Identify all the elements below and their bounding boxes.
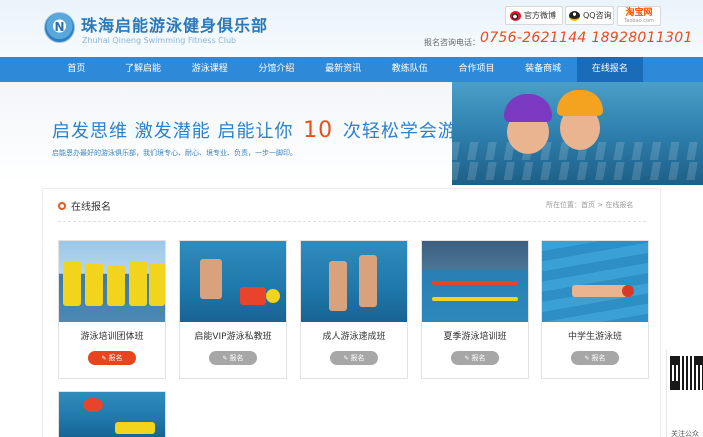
- person-figure: [63, 261, 81, 306]
- course-photo[interactable]: [422, 241, 528, 322]
- phone-label: 报名咨询电话：: [424, 38, 480, 47]
- site-subtitle: Zhuhai Qineng Swimming Fitness Club: [82, 36, 237, 45]
- swim-cap: [83, 398, 103, 412]
- signup-button-label: 报名: [350, 354, 365, 362]
- course-name[interactable]: 启能VIP游泳私教班: [180, 329, 286, 342]
- course-photo[interactable]: [59, 392, 165, 437]
- qr-caption: 关注公众: [671, 430, 699, 437]
- person-figure: [85, 263, 103, 306]
- nav-item-about[interactable]: 了解启能: [110, 57, 177, 82]
- banner-photo: [452, 82, 703, 185]
- nav-item-partners[interactable]: 合作项目: [443, 57, 510, 82]
- banner-subtext: 启能恩办最好的游泳俱乐部，我们境专心、耐心、境专业、负责，一步一脚印。: [52, 149, 297, 157]
- nav-item-signup[interactable]: 在线报名: [576, 57, 644, 82]
- qr-panel: 关注公众: [666, 350, 703, 437]
- weibo-link[interactable]: 官方微博: [505, 6, 563, 25]
- swim-cap: [504, 94, 552, 122]
- nav-item-shop[interactable]: 装备商城: [510, 57, 577, 82]
- nav-item-home[interactable]: 首页: [43, 57, 110, 82]
- course-name[interactable]: 夏季游泳培训班: [422, 329, 528, 342]
- course-photo[interactable]: [59, 241, 165, 322]
- signup-button[interactable]: ✎ 报名: [88, 351, 136, 365]
- weibo-icon: [510, 10, 521, 21]
- signup-button-label: 报名: [471, 354, 486, 362]
- course-card[interactable]: 夏季游泳培训班 ✎ 报名: [421, 240, 529, 379]
- kickboard: [240, 287, 266, 305]
- course-card[interactable]: [58, 391, 166, 437]
- lane-rope: [432, 297, 518, 301]
- course-photo[interactable]: [180, 241, 286, 322]
- qq-link[interactable]: QQ咨询: [565, 6, 614, 25]
- person-figure: [359, 255, 377, 307]
- qq-label: QQ咨询: [583, 11, 612, 20]
- course-photo[interactable]: [301, 241, 407, 322]
- logo-mark: N: [54, 20, 65, 34]
- course-name[interactable]: 游泳培训团体班: [59, 329, 165, 342]
- nav-item-branches[interactable]: 分馆介绍: [243, 57, 310, 82]
- course-card[interactable]: 中学生游泳班 ✎ 报名: [541, 240, 649, 379]
- pencil-icon: ✎: [343, 355, 349, 362]
- pencil-icon: ✎: [222, 355, 228, 362]
- course-photo[interactable]: [542, 241, 648, 322]
- pencil-icon: ✎: [101, 355, 107, 362]
- float-board: [115, 422, 155, 434]
- person-figure: [200, 259, 222, 299]
- swim-cap: [622, 285, 634, 297]
- section-title: 在线报名: [58, 198, 111, 213]
- qr-code-icon: [670, 356, 703, 390]
- section-title-text: 在线报名: [71, 202, 111, 213]
- person-figure: [107, 265, 125, 306]
- signup-button[interactable]: ✎ 报名: [571, 351, 619, 365]
- course-name[interactable]: 中学生游泳班: [542, 329, 648, 342]
- nav-item-news[interactable]: 最新资讯: [310, 57, 377, 82]
- course-name[interactable]: 成人游泳速成班: [301, 329, 407, 342]
- swim-cap: [557, 90, 603, 116]
- weibo-label: 官方微博: [524, 11, 556, 20]
- swimmer-figure: [572, 285, 628, 297]
- taobao-sub: Taobao.com: [624, 18, 654, 24]
- pencil-icon: ✎: [584, 355, 590, 362]
- person-figure: [129, 261, 147, 306]
- breadcrumb[interactable]: 所在位置：首页 > 在线报名: [546, 200, 633, 210]
- signup-button-label: 报名: [108, 354, 123, 362]
- divider: [58, 221, 646, 222]
- taobao-link[interactable]: 淘宝网 Taobao.com: [617, 6, 661, 26]
- pencil-icon: ✎: [464, 355, 470, 362]
- taobao-label: 淘宝网: [625, 8, 653, 18]
- signup-button[interactable]: ✎ 报名: [451, 351, 499, 365]
- qq-icon: [569, 10, 580, 21]
- banner-slogan-part1: 启发思维 激发潜能 启能让你: [52, 121, 301, 142]
- course-card[interactable]: 成人游泳速成班 ✎ 报名: [300, 240, 408, 379]
- signup-button[interactable]: ✎ 报名: [330, 351, 378, 365]
- course-card[interactable]: 游泳培训团体班 ✎ 报名: [58, 240, 166, 379]
- person-figure: [329, 261, 347, 311]
- lane-rope: [432, 281, 518, 285]
- banner-slogan-number: 10: [303, 118, 334, 143]
- banner-slogan: 启发思维 激发潜能 启能让你 10 次轻松学会游泳: [52, 117, 476, 143]
- signup-button[interactable]: ✎ 报名: [209, 351, 257, 365]
- water-wave: [452, 162, 703, 180]
- main-nav: 首页 了解启能 游泳课程 分馆介绍 最新资讯 教练队伍 合作项目 装备商城 在线…: [0, 57, 703, 82]
- nav-item-courses[interactable]: 游泳课程: [176, 57, 243, 82]
- signup-button-label: 报名: [591, 354, 606, 362]
- circle-bullet-icon: [58, 201, 66, 210]
- nav-item-coaches[interactable]: 教练队伍: [376, 57, 443, 82]
- site-header: N 珠海启能游泳健身俱乐部 Zhuhai Qineng Swimming Fit…: [0, 0, 703, 57]
- logo-icon[interactable]: N: [44, 12, 75, 43]
- phone-number: 0756-2621144 18928011301: [480, 30, 693, 46]
- person-figure: [149, 263, 165, 306]
- course-card[interactable]: 启能VIP游泳私教班 ✎ 报名: [179, 240, 287, 379]
- signup-button-label: 报名: [229, 354, 244, 362]
- site-title[interactable]: 珠海启能游泳健身俱乐部: [81, 12, 268, 36]
- child-head: [266, 289, 280, 303]
